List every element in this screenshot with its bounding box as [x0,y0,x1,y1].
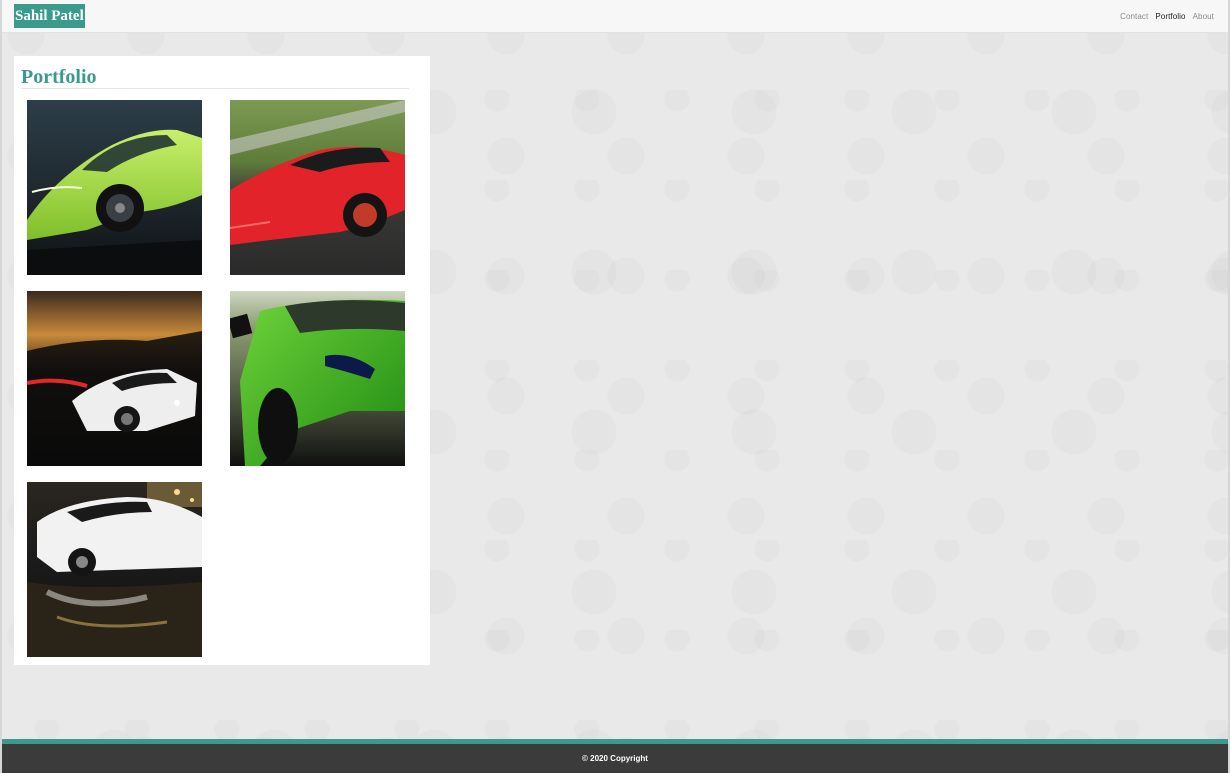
portfolio-image-5[interactable] [27,482,202,657]
page-title: Portfolio [21,66,97,88]
nav-links: Contact Portfolio About [1120,0,1214,32]
portfolio-image-3[interactable] [27,291,202,466]
title-divider [21,88,409,89]
page-frame: Sahil Patel Contact Portfolio About Port… [2,0,1228,773]
brand-logo[interactable]: Sahil Patel [14,4,85,28]
nav-link-contact[interactable]: Contact [1120,12,1148,21]
portfolio-image-4[interactable] [230,291,405,466]
footer: © 2020 Copyright [2,744,1228,773]
top-navbar: Sahil Patel Contact Portfolio About [2,0,1228,33]
portfolio-image-2[interactable] [230,100,405,275]
portfolio-card: Portfolio [14,56,430,665]
nav-link-about[interactable]: About [1193,12,1214,21]
nav-link-portfolio[interactable]: Portfolio [1155,12,1185,21]
copyright-text: © 2020 Copyright [582,754,648,763]
portfolio-image-1[interactable] [27,100,202,275]
